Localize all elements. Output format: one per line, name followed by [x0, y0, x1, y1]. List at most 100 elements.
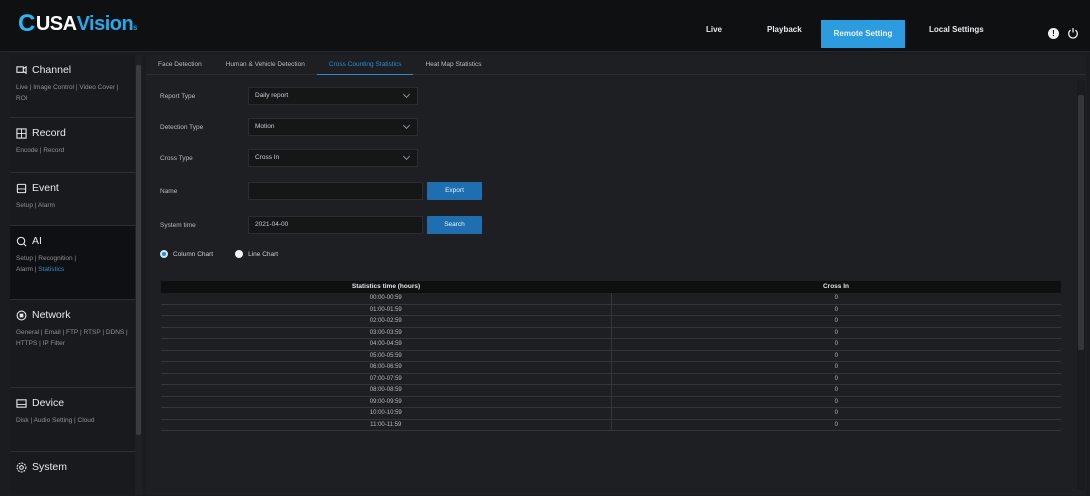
- sidebar-item-device[interactable]: Device Disk | Audio Setting | Cloud: [10, 388, 135, 452]
- cell-time: 08:00-08:59: [161, 385, 612, 396]
- tab-face-detection[interactable]: Face Detection: [146, 55, 214, 75]
- sidebar-sub-link-alarm[interactable]: Alarm |: [16, 266, 38, 273]
- sidebar-sub-links[interactable]: Encode | Record: [16, 145, 129, 156]
- radio-unselected-icon: [235, 250, 244, 258]
- line-chart-radio[interactable]: Line Chart: [235, 250, 278, 258]
- cell-time: 09:00-09:59: [161, 396, 612, 407]
- nav-playback[interactable]: Playback: [767, 20, 802, 40]
- sidebar-sub-links[interactable]: Setup | Alarm: [16, 200, 129, 211]
- column-header-cross-in: Cross In: [822, 283, 849, 290]
- cell-count: 0: [834, 387, 838, 393]
- report-type-label: Report Type: [160, 92, 196, 100]
- cross-type-select[interactable]: Cross In: [248, 149, 418, 167]
- sidebar-item-event[interactable]: Event Setup | Alarm: [10, 173, 135, 226]
- top-icons: !: [1048, 27, 1079, 39]
- logo-c: C: [18, 10, 35, 37]
- sidebar-item-label: Device: [32, 397, 65, 409]
- search-button[interactable]: Search: [427, 216, 482, 234]
- line-chart-label: Line Chart: [248, 250, 279, 258]
- main-scrollbar[interactable]: [1077, 80, 1085, 490]
- table-row: 07:00-07:59 0: [161, 373, 1061, 385]
- table-row: 04:00-04:59 0: [161, 339, 1061, 351]
- sidebar: Channel Live | Image Control | Video Cov…: [10, 55, 135, 495]
- sidebar-scroll-thumb[interactable]: [136, 65, 141, 435]
- cell-count: 0: [834, 341, 838, 347]
- table-row: 00:00-00:59 0: [161, 293, 1061, 305]
- detection-type-row: Detection Type Motion: [160, 118, 418, 136]
- event-icon: [16, 183, 27, 193]
- sidebar-item-network[interactable]: Network General | Email | FTP | RTSP | D…: [10, 300, 135, 388]
- sidebar-item-ai[interactable]: AI Setup | Recognition | Alarm | Statist…: [10, 226, 135, 300]
- table-row: 09:00-09:59 0: [161, 396, 1061, 408]
- table-row: 06:00-06:59 0: [161, 362, 1061, 374]
- nav-local-settings[interactable]: Local Settings: [929, 20, 984, 40]
- cell-time: 04:00-04:59: [161, 339, 612, 350]
- sidebar-item-label: System: [32, 461, 68, 473]
- cell-count: 0: [834, 352, 838, 359]
- detection-type-value: Motion: [255, 123, 275, 130]
- sidebar-scrollbar[interactable]: [135, 55, 142, 495]
- tab-heat-map-statistics[interactable]: Heat Map Statistics: [413, 55, 493, 75]
- cell-count: 0: [834, 398, 838, 405]
- system-time-input[interactable]: 2021-04-00: [248, 216, 423, 234]
- sidebar-item-label: Event: [32, 182, 59, 194]
- device-icon: [16, 398, 27, 408]
- tab-cross-counting-statistics[interactable]: Cross Counting Statistics: [316, 55, 414, 75]
- cell-count: 0: [834, 295, 838, 301]
- cross-type-row: Cross Type Cross In: [160, 149, 418, 167]
- column-header-time: Statistics time (hours): [351, 283, 421, 290]
- export-button[interactable]: Export: [427, 182, 482, 200]
- sidebar-sub-links[interactable]: Disk | Audio Setting | Cloud: [16, 415, 129, 426]
- sidebar-sub-link-statistics[interactable]: Statistics: [38, 266, 64, 273]
- sidebar-sub-links[interactable]: General | Email | FTP | RTSP | DDNS | HT…: [16, 327, 129, 349]
- cell-time: 07:00-07:59: [161, 373, 612, 384]
- table-header: Statistics time (hours) Cross In: [161, 281, 1061, 293]
- tab-human-vehicle-detection[interactable]: Human & Vehicle Detection: [214, 55, 317, 75]
- main-scroll-thumb[interactable]: [1078, 95, 1084, 350]
- logo-vision: Vision: [76, 12, 134, 35]
- detection-type-label: Detection Type: [160, 123, 204, 131]
- report-type-select[interactable]: Daily report: [248, 87, 418, 105]
- chevron-down-icon: [402, 121, 411, 130]
- sidebar-item-label: Channel: [32, 64, 72, 76]
- system-time-label: System time: [160, 221, 196, 229]
- power-icon[interactable]: [1067, 27, 1079, 39]
- cell-time: 01:00-01:59: [161, 304, 612, 315]
- nav-remote-setting[interactable]: Remote Setting: [821, 20, 905, 48]
- chart-type-options: Column Chart Line Chart: [160, 250, 278, 258]
- channel-icon: [16, 65, 27, 74]
- statistics-table: Statistics time (hours) Cross In 00:00-0…: [161, 281, 1061, 431]
- cell-time: 00:00-00:59: [161, 293, 612, 304]
- cell-time: 06:00-06:59: [161, 362, 612, 373]
- table-row: 05:00-05:59 0: [161, 350, 1061, 362]
- top-bar: C USA Vision S Live Playback Remote Sett…: [0, 0, 1090, 52]
- help-icon[interactable]: !: [1048, 27, 1059, 39]
- cell-count: 0: [834, 375, 838, 382]
- sidebar-sub-links[interactable]: Live | Image Control | Video Cover | ROI: [16, 82, 129, 104]
- sidebar-item-system[interactable]: System: [10, 452, 135, 492]
- cell-count: 0: [834, 306, 838, 313]
- sidebar-item-channel[interactable]: Channel Live | Image Control | Video Cov…: [10, 55, 135, 118]
- sidebar-sub-links[interactable]: Setup | Recognition |: [16, 253, 129, 264]
- table-row: 03:00-03:59 0: [161, 327, 1061, 339]
- sidebar-item-label: AI: [32, 235, 42, 247]
- sidebar-item-label: Record: [32, 127, 66, 139]
- sidebar-sub-links-2[interactable]: Alarm | Statistics: [16, 264, 129, 275]
- table-row: 10:00-10:59 0: [161, 408, 1061, 420]
- cell-time: 10:00-10:59: [161, 408, 612, 419]
- main-panel: Face Detection Human & Vehicle Detection…: [146, 55, 1086, 495]
- cell-count: 0: [834, 421, 838, 428]
- radio-selected-icon: [160, 250, 168, 258]
- nav-live[interactable]: Live: [706, 20, 722, 40]
- cell-time: 02:00-02:59: [161, 316, 612, 327]
- system-icon: [16, 462, 27, 472]
- name-input[interactable]: [248, 182, 423, 200]
- cross-type-value: Cross In: [255, 154, 280, 161]
- table-row: 11:00-11:59 0: [161, 419, 1061, 431]
- network-icon: [16, 310, 27, 320]
- cell-count: 0: [834, 329, 838, 336]
- chevron-down-icon: [402, 90, 411, 99]
- detection-type-select[interactable]: Motion: [248, 118, 418, 136]
- column-chart-radio[interactable]: Column Chart: [160, 250, 213, 258]
- sidebar-item-record[interactable]: Record Encode | Record: [10, 118, 135, 173]
